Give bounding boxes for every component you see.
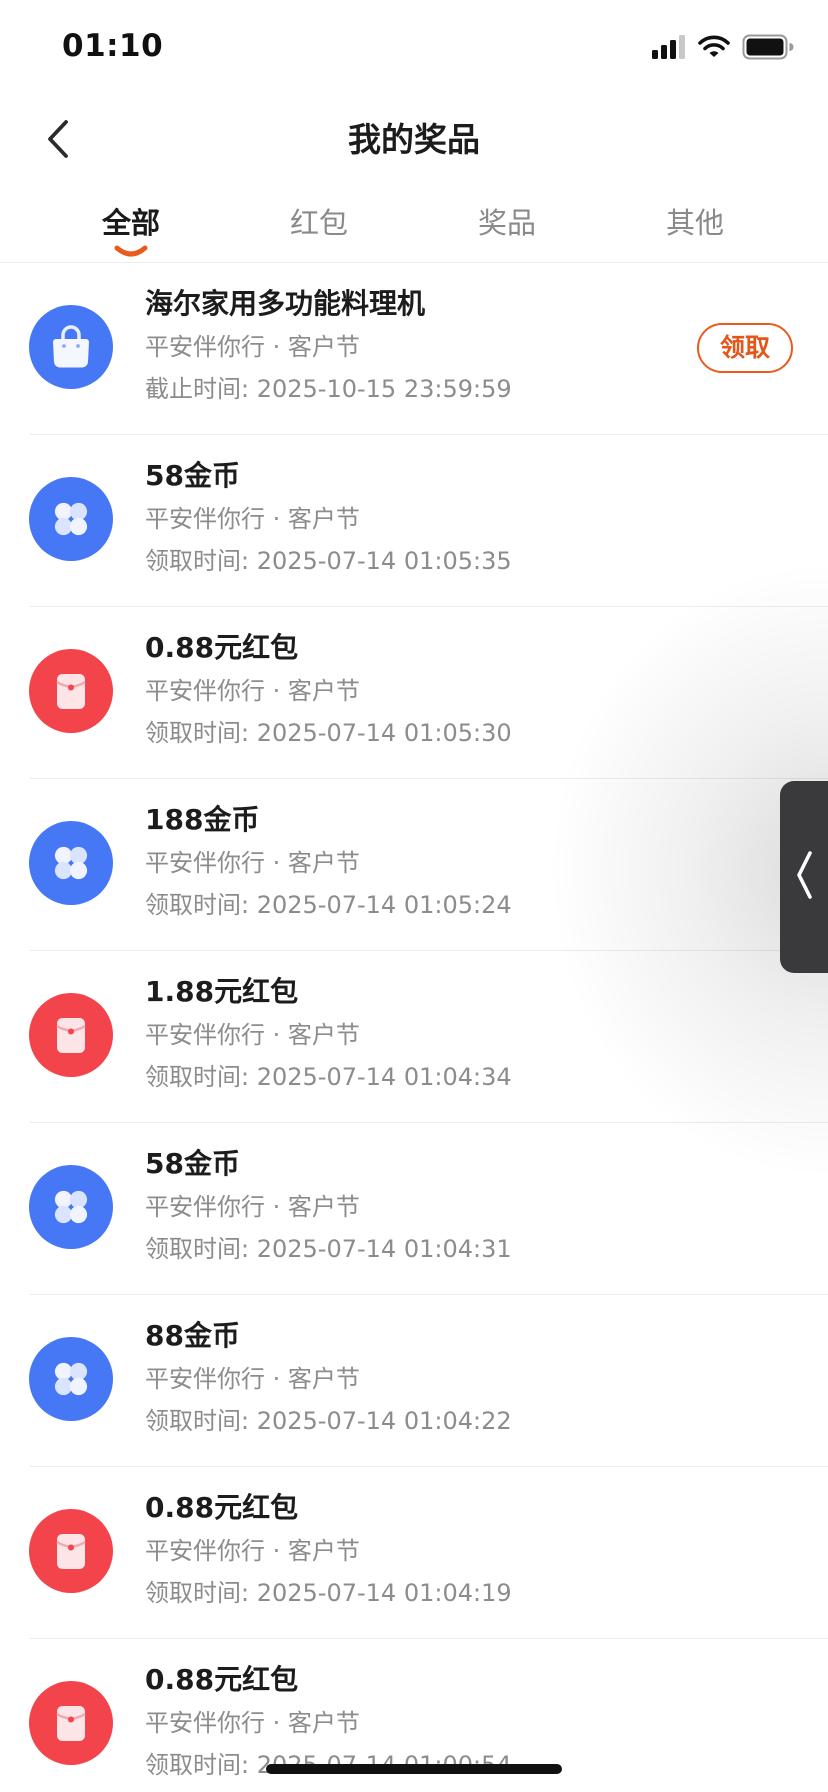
prize-source: 平安伴你行 · 客户节 [145, 1709, 360, 1737]
prize-source: 平安伴你行 · 客户节 [145, 677, 360, 705]
prize-title: 0.88元红包 [145, 1663, 299, 1696]
prize-title: 88金币 [145, 1319, 240, 1352]
tab-other[interactable]: 其他 [635, 200, 755, 246]
cellular-signal-icon [652, 35, 686, 63]
chevron-left-icon [793, 849, 815, 905]
prize-item[interactable]: 58金币平安伴你行 · 客户节领取时间: 2025-07-14 01:05:35 [0, 435, 828, 607]
red-envelope-icon [29, 1681, 113, 1765]
tab-all[interactable]: 全部 [71, 200, 191, 246]
prize-item[interactable]: 海尔家用多功能料理机平安伴你行 · 客户节截止时间: 2025-10-15 23… [0, 263, 828, 435]
prize-title: 58金币 [145, 1147, 240, 1180]
prize-title: 0.88元红包 [145, 631, 299, 664]
prize-time: 截止时间: 2025-10-15 23:59:59 [145, 375, 512, 403]
coin-icon [29, 821, 113, 905]
coin-icon [29, 1165, 113, 1249]
active-tab-indicator [113, 244, 149, 260]
prize-source: 平安伴你行 · 客户节 [145, 849, 360, 877]
red-envelope-icon [29, 1509, 113, 1593]
tab-bar: 全部 红包 奖品 其他 [0, 200, 828, 262]
prize-title: 1.88元红包 [145, 975, 299, 1008]
battery-icon [742, 34, 794, 64]
red-envelope-icon [29, 649, 113, 733]
prize-title: 188金币 [145, 803, 260, 836]
prize-source: 平安伴你行 · 客户节 [145, 1193, 360, 1221]
prize-time: 领取时间: 2025-07-14 01:04:34 [145, 1063, 512, 1091]
prize-source: 平安伴你行 · 客户节 [145, 1365, 360, 1393]
prize-time: 领取时间: 2025-07-14 01:04:22 [145, 1407, 512, 1435]
red-envelope-icon [29, 993, 113, 1077]
prize-title: 58金币 [145, 459, 240, 492]
claim-button[interactable]: 领取 [697, 323, 793, 373]
side-floating-handle[interactable] [780, 781, 828, 973]
prize-source: 平安伴你行 · 客户节 [145, 505, 360, 533]
wifi-icon [698, 35, 730, 63]
prize-item[interactable]: 188金币平安伴你行 · 客户节领取时间: 2025-07-14 01:05:2… [0, 779, 828, 951]
tab-prizes[interactable]: 奖品 [447, 200, 567, 246]
prize-time: 领取时间: 2025-07-14 01:05:24 [145, 891, 512, 919]
status-icons [652, 34, 794, 64]
coin-icon [29, 1337, 113, 1421]
prize-title: 0.88元红包 [145, 1491, 299, 1524]
home-indicator [266, 1764, 562, 1774]
prize-list: 海尔家用多功能料理机 平安伴你行 · 客户节 截止时间: 2025-10-15 23… [0, 263, 828, 1792]
prize-item[interactable]: 1.88元红包平安伴你行 · 客户节领取时间: 2025-07-14 01:04… [0, 951, 828, 1123]
prize-source: 平安伴你行 · 客户节 [145, 1021, 360, 1049]
prize-item[interactable]: 58金币平安伴你行 · 客户节领取时间: 2025-07-14 01:04:31 [0, 1123, 828, 1295]
prize-item[interactable]: 88金币平安伴你行 · 客户节领取时间: 2025-07-14 01:04:22 [0, 1295, 828, 1467]
tab-red-packets[interactable]: 红包 [259, 200, 379, 246]
prize-title: 海尔家用多功能料理机 [145, 287, 426, 320]
prize-source: 平安伴你行 · 客户节 [145, 1537, 360, 1565]
prize-time: 领取时间: 2025-07-14 01:04:19 [145, 1579, 512, 1607]
page-title: 我的奖品 [348, 120, 480, 159]
prize-item[interactable]: 0.88元红包平安伴你行 · 客户节领取时间: 2025-07-14 01:04… [0, 1467, 828, 1639]
prize-time: 领取时间: 2025-07-14 01:05:30 [145, 719, 512, 747]
prize-source: 平安伴你行 · 客户节 [145, 333, 360, 361]
prizes-screen: 01:10 我的奖品 全部 红包 奖品 其他 海尔家用多功能料理机 平安伴你行 … [0, 0, 828, 1792]
coin-icon [29, 477, 113, 561]
prize-time: 领取时间: 2025-07-14 01:05:35 [145, 547, 512, 575]
prize-item[interactable]: 0.88元红包平安伴你行 · 客户节领取时间: 2025-07-14 01:05… [0, 607, 828, 779]
status-time: 01:10 [62, 28, 164, 64]
prize-time: 领取时间: 2025-07-14 01:04:31 [145, 1235, 512, 1263]
shopping-bag-icon [29, 305, 113, 389]
